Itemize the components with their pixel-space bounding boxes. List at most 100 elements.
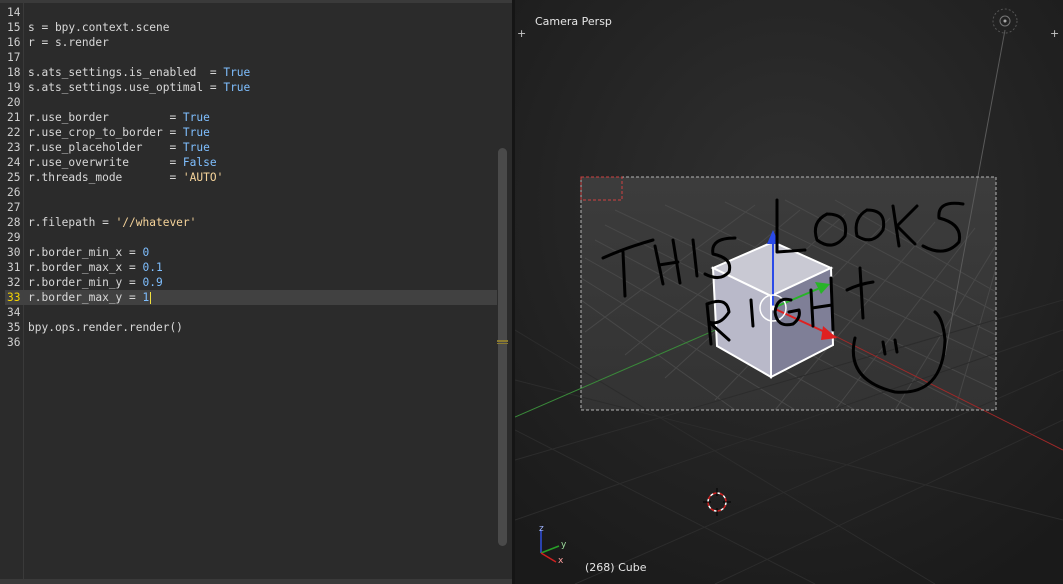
code-line[interactable]: 30 r.border_min_x = 0 (5, 245, 497, 260)
code-statement: r.border_max_y = (28, 291, 143, 304)
code-text[interactable]: r.use_placeholder = True (28, 140, 210, 155)
code-line[interactable]: 24 r.use_overwrite = False (5, 155, 497, 170)
code-text[interactable]: r.border_min_y = 0.9 (28, 275, 163, 290)
code-value: True (182, 111, 210, 124)
line-number: 34 (7, 306, 21, 319)
line-number: 36 (7, 336, 21, 349)
editor-scrollbar[interactable] (498, 148, 507, 546)
code-text[interactable]: r.use_crop_to_border = True (28, 125, 210, 140)
code-line[interactable]: 19 s.ats_settings.use_optimal = True (5, 80, 497, 95)
code-line[interactable]: 31 r.border_max_x = 0.1 (5, 260, 497, 275)
code-text[interactable]: r.filepath = '//whatever' (28, 215, 196, 230)
code-text[interactable]: r = s.render (28, 35, 109, 50)
code-text[interactable]: s = bpy.context.scene (28, 20, 169, 35)
text-editor[interactable]: 14 15 s = bpy.context.scene 16 r = s.render 1… (0, 0, 512, 584)
selected-object-status: (268) Cube (585, 561, 647, 574)
code-line[interactable]: 28 r.filepath = '//whatever' (5, 215, 497, 230)
code-statement: s = bpy.context.scene (28, 21, 170, 34)
code-line[interactable]: 22 r.use_crop_to_border = True (5, 125, 497, 140)
code-value: True (223, 66, 251, 79)
line-number: 14 (7, 6, 21, 19)
code-statement: r.border_min_x = (28, 246, 143, 259)
line-number: 31 (7, 261, 21, 274)
line-number: 15 (7, 21, 21, 34)
line-number: 21 (7, 111, 21, 124)
code-statement: r = s.render (28, 36, 109, 49)
gizmo-z-label: z (539, 524, 544, 534)
code-text[interactable]: r.border_min_x = 0 (28, 245, 149, 260)
line-number: 27 (7, 201, 21, 214)
code-line[interactable]: 27 (5, 200, 497, 215)
line-number: 18 (7, 66, 21, 79)
scrollbar-current-line-marker (497, 340, 508, 342)
code-line[interactable]: 25 r.threads_mode = 'AUTO' (5, 170, 497, 185)
code-line[interactable]: 29 (5, 230, 497, 245)
code-value: '//whatever' (115, 216, 197, 229)
code-statement: r.border_max_x = (28, 261, 143, 274)
code-line[interactable]: 36 (5, 335, 497, 350)
line-number: 33 (7, 291, 21, 304)
editor-top-border (0, 0, 512, 3)
scrollbar-current-line-marker (497, 343, 508, 344)
code-value: 0 (142, 246, 150, 259)
line-number: 28 (7, 216, 21, 229)
gizmo-x-label: x (558, 556, 564, 566)
code-statement: bpy.ops.render.render() (28, 321, 183, 334)
code-line[interactable]: 26 (5, 185, 497, 200)
line-number: 24 (7, 156, 21, 169)
code-text[interactable]: r.border_max_y = 1 (28, 290, 152, 305)
code-value: True (182, 141, 210, 154)
code-text[interactable]: bpy.ops.render.render() (28, 320, 183, 335)
code-statement: r.border_min_y = (28, 276, 143, 289)
code-value: 'AUTO' (182, 171, 224, 184)
code-line[interactable]: 16 r = s.render (5, 35, 497, 50)
code-value: False (182, 156, 217, 169)
code-text[interactable]: s.ats_settings.is_enabled = True (28, 65, 250, 80)
code-text[interactable]: s.ats_settings.use_optimal = True (28, 80, 250, 95)
line-number: 26 (7, 186, 21, 199)
gizmo-y-label: y (561, 540, 567, 550)
code-value: 1 (142, 291, 150, 304)
code-area[interactable]: 14 15 s = bpy.context.scene 16 r = s.render 1… (5, 5, 497, 350)
code-line[interactable]: 21 r.use_border = True (5, 110, 497, 125)
code-line[interactable]: 14 (5, 5, 497, 20)
code-line[interactable]: 32 r.border_min_y = 0.9 (5, 275, 497, 290)
line-number: 25 (7, 171, 21, 184)
viewport-title: Camera Persp (535, 15, 612, 28)
code-line[interactable]: 15 s = bpy.context.scene (5, 20, 497, 35)
code-text[interactable]: r.border_max_x = 0.1 (28, 260, 163, 275)
text-cursor (150, 292, 152, 304)
code-line[interactable]: 35 bpy.ops.render.render() (5, 320, 497, 335)
code-statement: s.ats_settings.is_enabled = (28, 66, 224, 79)
line-number: 29 (7, 231, 21, 244)
code-value: 0.9 (142, 276, 163, 289)
code-line[interactable]: 18 s.ats_settings.is_enabled = True (5, 65, 497, 80)
code-statement: r.filepath = (28, 216, 116, 229)
line-number: 30 (7, 246, 21, 259)
code-statement: r.threads_mode = (28, 171, 183, 184)
3d-viewport[interactable]: z y x Camera Persp + + (268) Cube (515, 0, 1063, 584)
code-statement: s.ats_settings.use_optimal = (28, 81, 224, 94)
code-text[interactable]: r.use_overwrite = False (28, 155, 217, 170)
code-text[interactable]: r.threads_mode = 'AUTO' (28, 170, 223, 185)
code-statement: r.use_placeholder = (28, 141, 183, 154)
code-line[interactable]: 33 r.border_max_y = 1 (5, 290, 497, 305)
viewport-scene[interactable]: z y x (515, 0, 1063, 584)
code-text[interactable]: r.use_border = True (28, 110, 210, 125)
region-expand-left-icon[interactable]: + (517, 27, 526, 40)
code-line[interactable]: 34 (5, 305, 497, 320)
code-value: 0.1 (142, 261, 163, 274)
code-line[interactable]: 23 r.use_placeholder = True (5, 140, 497, 155)
line-number: 22 (7, 126, 21, 139)
region-expand-right-icon[interactable]: + (1050, 27, 1059, 40)
code-line[interactable]: 20 (5, 95, 497, 110)
line-number: 17 (7, 51, 21, 64)
line-number: 35 (7, 321, 21, 334)
code-value: True (182, 126, 210, 139)
line-number: 20 (7, 96, 21, 109)
code-line[interactable]: 17 (5, 50, 497, 65)
editor-bottom-border (0, 579, 512, 584)
code-statement: r.use_border = (28, 111, 183, 124)
code-statement: r.use_crop_to_border = (28, 126, 183, 139)
line-number: 23 (7, 141, 21, 154)
